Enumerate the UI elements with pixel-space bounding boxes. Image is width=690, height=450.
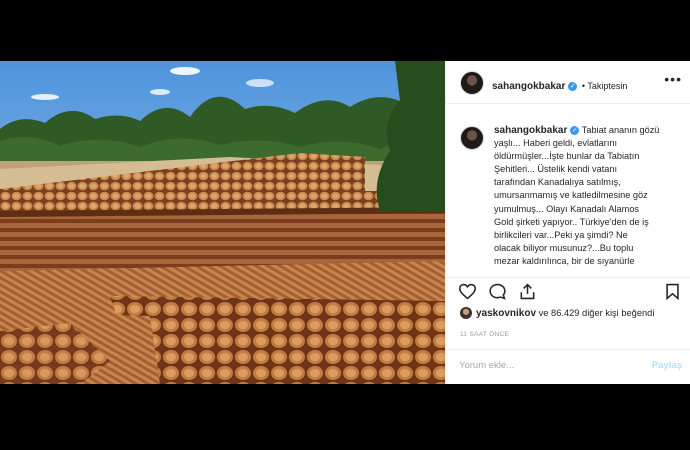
post-caption: sahangokbakar ✓ Tabiat ananın gözü yaşlı.… <box>494 124 684 268</box>
post-side-panel: sahangokbakar ✓ • Takiptesin ••• sahangok… <box>445 61 690 384</box>
post-actions <box>446 277 690 304</box>
comment-input[interactable] <box>459 360 629 371</box>
caption-line: Gold şirketi yapıyor.. Türkiye'den de iş <box>494 216 649 227</box>
bookmark-icon[interactable] <box>665 283 680 300</box>
caption-line: birlikcileri var...Peki ya şimdi? Ne <box>494 229 628 240</box>
likes-count-text[interactable]: ve 86.429 diğer kişi beğendi <box>539 308 655 318</box>
caption-line: Şehitleri... Üstelik kendi vatanı <box>494 164 618 175</box>
more-options-icon[interactable]: ••• <box>664 71 682 87</box>
share-icon[interactable] <box>518 283 537 300</box>
caption-author-avatar[interactable] <box>460 126 484 150</box>
caption-line: yaşlı... Haberi geldi, evlatlarını <box>494 138 618 149</box>
caption-username[interactable]: sahangokbakar <box>494 125 567 136</box>
caption-line: Tabiat ananın gözü <box>581 125 660 135</box>
liker-avatar[interactable] <box>460 307 472 319</box>
author-avatar[interactable] <box>460 71 484 95</box>
heart-icon[interactable] <box>458 283 477 300</box>
post-photo[interactable] <box>0 61 445 384</box>
comment-icon[interactable] <box>488 283 507 300</box>
post-header: sahangokbakar ✓ • Takiptesin ••• <box>446 61 690 104</box>
log-piles-photo <box>0 61 445 384</box>
header-author-line: sahangokbakar ✓ • Takiptesin <box>492 76 627 94</box>
instagram-post: sahangokbakar ✓ • Takiptesin ••• sahangok… <box>0 61 690 384</box>
author-username[interactable]: sahangokbakar <box>492 81 565 92</box>
post-comment-button[interactable]: Paylaş <box>652 360 682 371</box>
follow-status[interactable]: • Takiptesin <box>582 81 628 91</box>
caption-verified-badge-icon: ✓ <box>570 126 580 135</box>
caption-line: olacak biliyor musunuz?...Bu toplu <box>494 242 634 253</box>
caption-line: yumulmuş... Olayı Kanadalı Alamos <box>494 203 640 214</box>
post-timestamp[interactable]: 11 SAAT ÖNCE <box>460 331 509 338</box>
likes-summary: yaskovnikov ve 86.429 diğer kişi beğendi <box>460 307 654 319</box>
liker-username[interactable]: yaskovnikov <box>476 308 536 319</box>
caption-line: umursanmamış ve katledilmesine göz <box>494 190 648 201</box>
caption-line: mezar kaldırılınca, bir de sıyanürle <box>494 255 635 266</box>
caption-line: tarafından Kanadalıya satılmış, <box>494 177 621 188</box>
comment-bar: Paylaş <box>446 349 690 385</box>
caption-line: öldürmüşler...İşte bunlar da Tabiatın <box>494 151 640 162</box>
verified-badge-icon: ✓ <box>568 82 578 91</box>
